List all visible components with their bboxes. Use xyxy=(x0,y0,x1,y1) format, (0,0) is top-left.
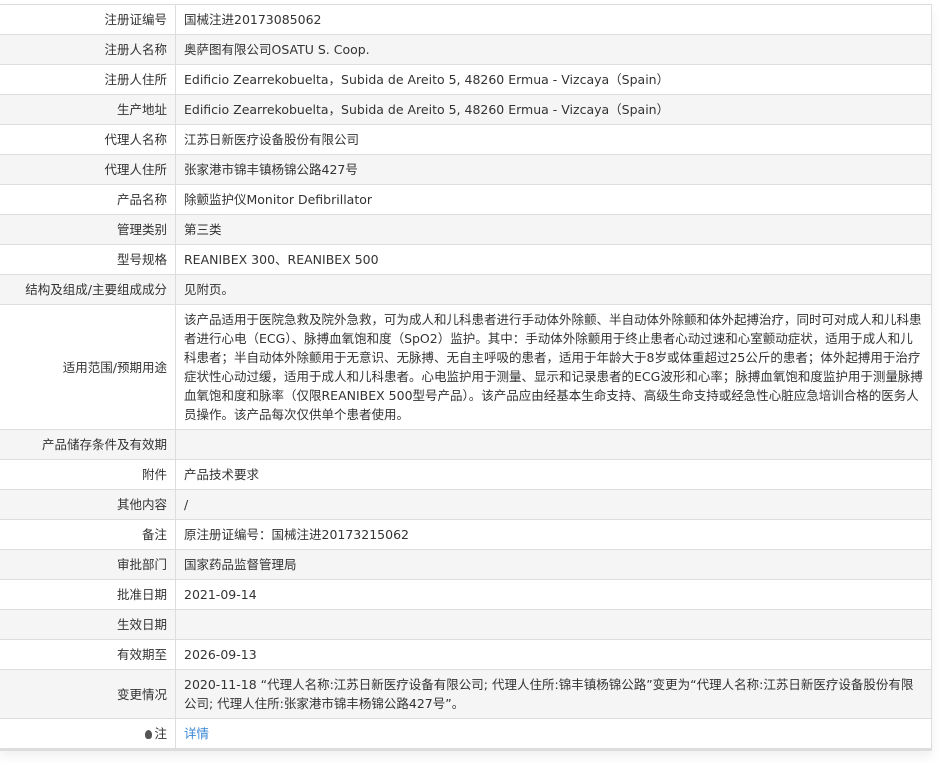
row-label: 附件 xyxy=(0,459,176,490)
table-row: 管理类别 第三类 xyxy=(0,214,932,245)
row-value xyxy=(175,429,932,460)
note-label: 注 xyxy=(154,726,167,741)
row-label: 结构及组成/主要组成成分 xyxy=(0,274,176,305)
table-row: 生产地址 Edificio Zearrekobuelta，Subida de Ar… xyxy=(0,94,932,125)
table-row: 型号规格 REANIBEX 300、REANIBEX 500 xyxy=(0,244,932,275)
row-label: 注册人名称 xyxy=(0,34,176,65)
row-label: 生效日期 xyxy=(0,609,176,640)
table-row: 有效期至 2026-09-13 xyxy=(0,639,932,670)
row-value: 原注册证编号：国械注进20173215062 xyxy=(175,519,932,550)
row-label: 注册人住所 xyxy=(0,64,176,95)
table-row: 批准日期 2021-09-14 xyxy=(0,579,932,610)
row-label: 其他内容 xyxy=(0,489,176,520)
row-value: 除颤监护仪Monitor Defibrillator xyxy=(175,184,932,215)
row-label: 适用范围/预期用途 xyxy=(0,304,176,430)
table-row: 生效日期 xyxy=(0,609,932,640)
row-label: 变更情况 xyxy=(0,669,176,719)
row-label: 产品名称 xyxy=(0,184,176,215)
table-row: 注册人名称 奥萨图有限公司OSATU S. Coop. xyxy=(0,34,932,65)
table-row: 代理人住所 张家港市锦丰镇杨锦公路427号 xyxy=(0,154,932,185)
details-link[interactable]: 详情 xyxy=(184,726,209,741)
row-label: 代理人住所 xyxy=(0,154,176,185)
row-value: 国械注进20173085062 xyxy=(175,4,932,35)
row-value: 2021-09-14 xyxy=(175,579,932,610)
row-label: 备注 xyxy=(0,519,176,550)
row-label: 管理类别 xyxy=(0,214,176,245)
table-row: 产品名称 除颤监护仪Monitor Defibrillator xyxy=(0,184,932,215)
lightbulb-icon xyxy=(145,730,153,739)
table-row: 附件 产品技术要求 xyxy=(0,459,932,490)
table-row: 适用范围/预期用途 该产品适用于医院急救及院外急救，可为成人和儿科患者进行手动体外… xyxy=(0,304,932,430)
table-row: 代理人名称 江苏日新医疗设备股份有限公司 xyxy=(0,124,932,155)
row-value: 见附页。 xyxy=(175,274,932,305)
table-row: 产品储存条件及有效期 xyxy=(0,429,932,460)
row-label: 型号规格 xyxy=(0,244,176,275)
row-value: 奥萨图有限公司OSATU S. Coop. xyxy=(175,34,932,65)
row-value xyxy=(175,609,932,640)
table-row: 审批部门 国家药品监督管理局 xyxy=(0,549,932,580)
row-value: Edificio Zearrekobuelta，Subida de Areito… xyxy=(175,64,932,95)
row-value: Edificio Zearrekobuelta，Subida de Areito… xyxy=(175,94,932,125)
note-label-cell: 注 xyxy=(0,718,176,749)
note-row: 注 详情 xyxy=(0,718,932,749)
table-row: 变更情况 2020-11-18 “代理人名称:江苏日新医疗设备有限公司; 代理人住… xyxy=(0,669,932,719)
row-label: 审批部门 xyxy=(0,549,176,580)
table-row: 结构及组成/主要组成成分 见附页。 xyxy=(0,274,932,305)
table-row: 注册证编号 国械注进20173085062 xyxy=(0,4,932,35)
note-value-cell: 详情 xyxy=(175,718,932,749)
table-row: 其他内容 / xyxy=(0,489,932,520)
row-value: 第三类 xyxy=(175,214,932,245)
row-label: 生产地址 xyxy=(0,94,176,125)
row-value: REANIBEX 300、REANIBEX 500 xyxy=(175,244,932,275)
row-label: 代理人名称 xyxy=(0,124,176,155)
table-row: 备注 原注册证编号：国械注进20173215062 xyxy=(0,519,932,550)
row-value: 2026-09-13 xyxy=(175,639,932,670)
row-value: 该产品适用于医院急救及院外急救，可为成人和儿科患者进行手动体外除颤、半自动体外除… xyxy=(175,304,932,430)
row-value: / xyxy=(175,489,932,520)
row-value: 国家药品监督管理局 xyxy=(175,549,932,580)
registration-detail-table: 注册证编号 国械注进20173085062 注册人名称 奥萨图有限公司OSATU S… xyxy=(0,4,932,751)
row-value: 产品技术要求 xyxy=(175,459,932,490)
row-label: 有效期至 xyxy=(0,639,176,670)
row-value: 江苏日新医疗设备股份有限公司 xyxy=(175,124,932,155)
row-value: 2020-11-18 “代理人名称:江苏日新医疗设备有限公司; 代理人住所:锦丰… xyxy=(175,669,932,719)
row-label: 注册证编号 xyxy=(0,4,176,35)
table-row: 注册人住所 Edificio Zearrekobuelta，Subida de A… xyxy=(0,64,932,95)
row-label: 产品储存条件及有效期 xyxy=(0,429,176,460)
row-value: 张家港市锦丰镇杨锦公路427号 xyxy=(175,154,932,185)
row-label: 批准日期 xyxy=(0,579,176,610)
